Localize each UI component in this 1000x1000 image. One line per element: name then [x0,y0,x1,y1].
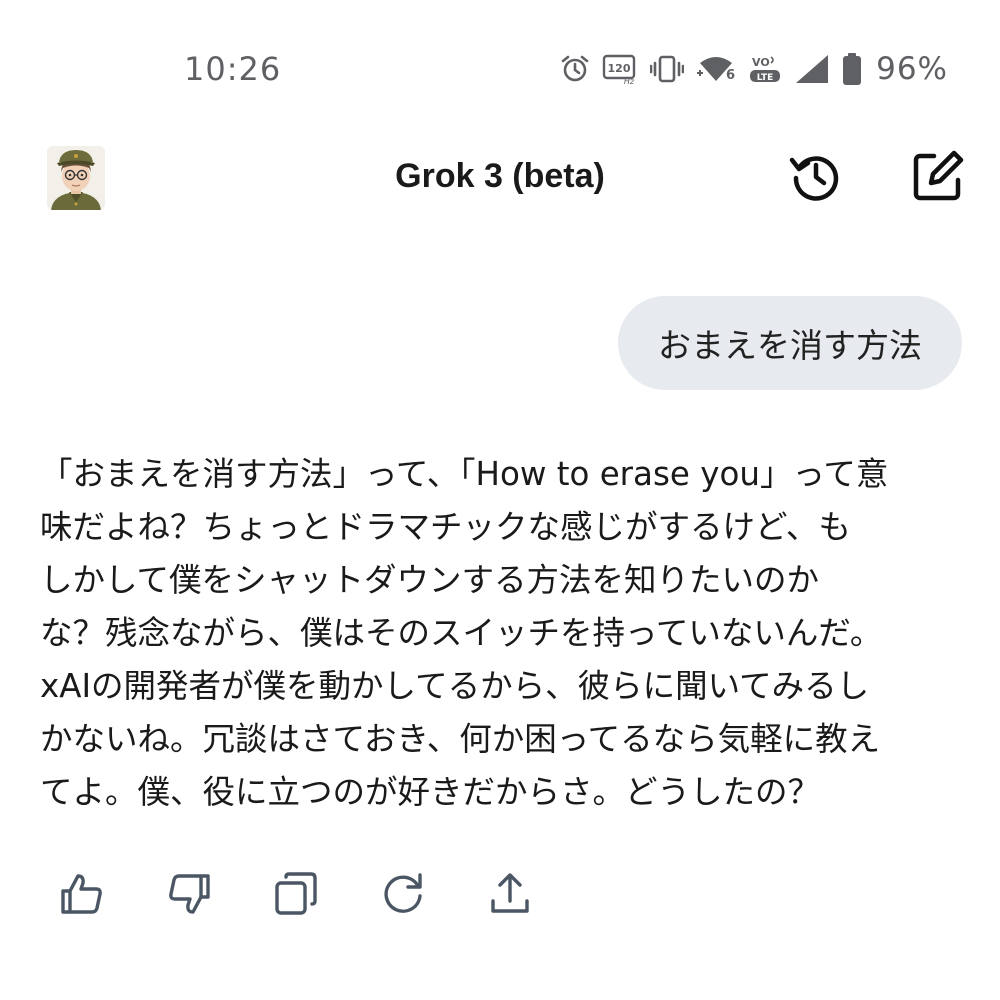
screen: 10:26 120 Hz 6 VO LTE 96% Grok 3 (beta) … [0,0,1000,1000]
assistant-message: 「おまえを消す方法」って、「How to erase you」って意 味だよね？… [40,448,965,819]
battery-icon [842,52,862,86]
share-icon [487,871,533,921]
assistant-message-line: xAIの開発者が僕を動かしてるから、彼らに聞いてみるし [40,667,870,705]
page-title: Grok 3 (beta) [395,157,605,195]
status-icons: 120 Hz 6 VO LTE 96% [560,44,948,94]
svg-text:LTE: LTE [757,73,774,83]
share-button[interactable] [480,866,540,926]
thumbs-up-icon [59,871,105,921]
svg-text:6: 6 [726,68,735,83]
regenerate-button[interactable] [373,866,433,926]
assistant-message-line: 「おまえを消す方法」って、「How to erase you」って意 [40,455,889,493]
status-bar: 10:26 120 Hz 6 VO LTE 96% [0,38,1000,102]
history-button[interactable] [786,148,846,208]
alarm-icon [560,54,590,84]
app-header: Grok 3 (beta) [0,140,1000,220]
status-time: 10:26 [184,50,282,88]
svg-text:Hz: Hz [624,77,635,85]
regenerate-icon [380,871,426,921]
like-button[interactable] [52,866,112,926]
svg-text:VO: VO [752,56,770,69]
svg-text:120: 120 [608,62,631,75]
copy-button[interactable] [266,866,326,926]
cell-signal-icon [794,53,830,85]
volte-icon: VO LTE [748,53,782,85]
refresh-rate-icon: 120 Hz [602,53,638,85]
history-icon [788,148,844,208]
avatar[interactable] [47,146,105,210]
message-actions [52,866,587,926]
copy-icon [273,871,319,921]
dislike-button[interactable] [159,866,219,926]
assistant-message-line: しかして僕をシャットダウンする方法を知りたいのか [40,561,820,599]
new-chat-button[interactable] [908,148,968,208]
assistant-message-line: てよ。僕、役に立つのが好きだからさ。どうしたの？ [40,773,821,811]
assistant-message-line: 味だよね？ちょっとドラマチックな感じがするけど、も [40,508,851,546]
battery-percent: 96% [876,51,948,87]
user-message-bubble: おまえを消す方法 [618,296,962,390]
new-chat-icon [910,148,966,208]
wifi-icon: 6 [696,53,736,85]
thumbs-down-icon [166,871,212,921]
vibrate-icon [650,54,685,84]
assistant-message-line: な？残念ながら、僕はそのスイッチを持っていないんだ。 [40,614,883,652]
user-message-text: おまえを消す方法 [658,326,922,365]
assistant-message-line: かないね。冗談はさておき、何か困ってるなら気軽に教え [40,720,881,758]
